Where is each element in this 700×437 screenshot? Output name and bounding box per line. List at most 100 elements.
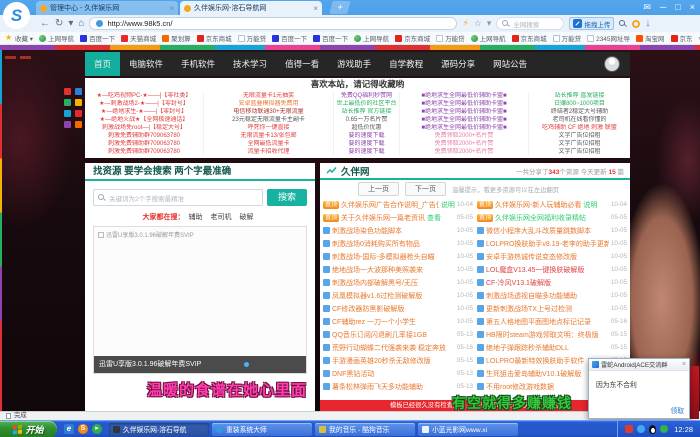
article-link-suffix[interactable]: 查看 — [427, 213, 441, 223]
promo-link[interactable]: 安卓蓝叠模拟器免费用 — [204, 100, 333, 108]
promo-link[interactable]: 终结者2稳定大号辅助 — [529, 108, 630, 116]
promo-link[interactable]: 23元稳定无限流量卡主副卡 — [204, 116, 333, 124]
task-button[interactable]: 我的音乐 - 酷狗音乐 — [315, 423, 415, 436]
promo-link[interactable]: 日赚800~1000项目 — [529, 100, 630, 108]
article-title[interactable]: 久伴娱乐网广告合作说明_广告位价格 — [341, 200, 439, 210]
article-row[interactable]: DNF黑钻活动 05-13 — [323, 367, 473, 380]
article-title[interactable]: 不用root修改游戏数据 — [486, 382, 554, 392]
article-row[interactable]: LOL魔盒V13.45一键换肤破解版 10-05 — [477, 263, 627, 276]
promo-link[interactable]: ★—刺激战场2-★——|【零封号】 — [85, 100, 203, 108]
hot-word[interactable]: 老司机 — [211, 214, 232, 221]
article-title[interactable]: 绝地子弹跟踪秒杀辅助DLL — [486, 343, 569, 353]
promo-link[interactable]: 文字广告位招租 — [529, 132, 630, 140]
address-bar[interactable]: http://www.98k5.cn/ — [89, 17, 457, 30]
bookmark-item[interactable]: 上网导航 — [354, 33, 389, 43]
article-row[interactable]: 更新刺激战场TX上号过检测 10-05 — [477, 302, 627, 315]
carousel-caption[interactable]: 迅雷U享版3.0.1.96破解年费SVIP — [94, 356, 306, 373]
nav-item[interactable]: 值得一看 — [276, 52, 328, 76]
omni-search-box[interactable]: 全网搜索 — [496, 17, 564, 30]
nav-item[interactable]: 游戏助手 — [328, 52, 380, 76]
promo-link[interactable]: 要的速度下载 — [334, 148, 399, 156]
article-row[interactable]: 凤凰模拟器v1.6过检测破解版 10-05 — [323, 289, 473, 302]
bookmark-item[interactable]: 万能贷 — [553, 33, 582, 43]
article-title[interactable]: 久伴娱乐网全网福利收录精帖 — [495, 213, 586, 223]
article-title[interactable]: 微信小程序大乱斗改质量跳数脚本 — [486, 226, 591, 236]
task-button[interactable]: 久伴娱乐网-溶石导航 — [109, 423, 209, 436]
minimize-button[interactable]: ─ — [660, 2, 666, 12]
promo-link[interactable]: 刺激免费辅助群709063780 — [85, 148, 203, 156]
article-row[interactable]: 刺激战场内部破解黑号/无压 10-05 — [323, 276, 473, 289]
article-title[interactable]: 第五人格地图平面图地点标记记录 — [486, 317, 591, 327]
article-row[interactable]: 置顶 关于久伴娱乐网一篇老资讯 查看 05-05 — [323, 211, 473, 224]
article-row[interactable]: 安卓手游热诚传说变态修改版 10-05 — [477, 250, 627, 263]
article-title[interactable]: 绝地战场一大波那种美照袭来 — [332, 265, 423, 275]
article-link-suffix[interactable]: 说明 — [441, 200, 455, 210]
article-row[interactable]: 置顶 久伴娱乐网-新人玩辅助必看 说明 10-04 — [477, 198, 627, 211]
refresh-icon[interactable]: ↻ — [55, 19, 63, 29]
user-avatar[interactable] — [604, 56, 620, 72]
promo-link[interactable]: ■绝地求生全网最低价辅助卡盟■ — [400, 92, 528, 100]
promo-link[interactable]: 全网最低流量卡 — [204, 140, 333, 148]
promo-link[interactable]: 站长推荐 官方链接 — [334, 108, 399, 116]
promo-link[interactable]: ★—吃鸡视频PC-★——|【零社类】 — [85, 92, 203, 100]
article-row[interactable]: HB限时steam游戏领取文明：终极版 05-15 — [477, 328, 627, 341]
article-row[interactable]: 置顶 久伴娱乐网全网福利收录精帖 05-05 — [477, 211, 627, 224]
feedback-icon[interactable]: ✉ — [643, 2, 651, 13]
drag-upload-badge[interactable]: 拖拽上传 — [569, 17, 614, 30]
bookmark-item[interactable]: 收藏 ▾ — [5, 33, 33, 43]
bookmark-item[interactable]: 淘宝网 — [636, 33, 665, 43]
bookmark-item[interactable]: 上网导航 — [39, 33, 74, 43]
nav-item[interactable]: 网站公告 — [484, 52, 536, 76]
nav-item[interactable]: 源码分享 — [432, 52, 484, 76]
bookmark-item[interactable]: 京东商城 — [512, 33, 547, 43]
article-row[interactable]: 荒野行动蝴蝶二代强袭来袭 稳定奔放 05-16 — [323, 341, 473, 354]
bookmark-item[interactable]: 京东商城 — [197, 33, 232, 43]
toolbar-caret-icon[interactable]: ▾ — [487, 18, 492, 29]
promo-link[interactable]: 要的速度下载 — [334, 132, 399, 140]
bookmark-item[interactable]: 京东商城 — [395, 33, 430, 43]
account-ring-icon[interactable] — [632, 20, 640, 28]
promo-link[interactable]: ■绝地求生全网最低价辅助卡盟■ — [400, 124, 528, 132]
promo-link[interactable]: 免费领取2000+名片赞 — [400, 140, 528, 148]
bookmark-item[interactable]: 2345网址导 — [587, 33, 630, 43]
article-row[interactable]: 绝地子弹跟踪秒杀辅助DLL 05-15 — [477, 341, 627, 354]
ie-icon[interactable]: e — [64, 424, 74, 434]
carousel-dot[interactable] — [244, 362, 249, 367]
promo-link[interactable]: 无限流量卡1元抽奖 — [204, 92, 333, 100]
bookmark-item[interactable]: 万能贷 — [436, 33, 465, 43]
article-row[interactable]: QQ音乐订阅闪退刷几率接1GB 05-13 — [323, 328, 473, 341]
nav-item[interactable]: 首页 — [85, 52, 120, 76]
article-link-suffix[interactable]: 说明 — [583, 200, 597, 210]
promo-link[interactable]: 流量卡招收代理 — [204, 148, 333, 156]
article-title[interactable]: 刺激战场透视自瞄多功能辅助 — [486, 291, 577, 301]
article-row[interactable]: 刺激战场0消耗购买所有物品 10-05 — [323, 237, 473, 250]
sogou-logo-icon[interactable]: S — [3, 2, 30, 29]
hot-word[interactable]: 破解 — [240, 214, 254, 221]
hot-word[interactable]: 辅助 — [189, 214, 203, 221]
article-row[interactable]: CF修改器防黑影破解版 10-05 — [323, 302, 473, 315]
prev-page-button[interactable]: 上一页 — [358, 182, 399, 196]
article-row[interactable]: 刺激战场染色功能脚本 10-05 — [323, 224, 473, 237]
magnifier-icon[interactable] — [619, 20, 627, 28]
site-search-input[interactable]: 关键词为2个字搜索最精准 — [93, 189, 263, 206]
browser-tab[interactable]: 管理中心 - 久伴娱乐网 × — [36, 1, 178, 15]
tray-security-icon[interactable] — [660, 425, 668, 433]
promo-link[interactable]: ★—绝地火战★【全网极速通话】 — [85, 116, 203, 124]
article-title[interactable]: CF辅助rez 一刀一个小学生 — [332, 317, 416, 327]
promo-link[interactable]: 刺激免费辅助群709063780 — [85, 132, 203, 140]
article-row[interactable]: 绝地战场一大波那种美照袭来 10-05 — [323, 263, 473, 276]
article-title[interactable]: LOL魔盒V13.45一键换肤破解版 — [486, 265, 584, 275]
article-row[interactable]: 刺激战场透视自瞄多功能辅助 10-05 — [477, 289, 627, 302]
article-row[interactable]: LOLPRO换肤助手v8.19-老李的助手更新了 10-05 — [477, 237, 627, 250]
article-title[interactable]: 更新刺激战场TX上号过检测 — [486, 304, 572, 314]
article-title[interactable]: 关于久伴娱乐网一篇老资讯 — [341, 213, 425, 223]
article-row[interactable]: 微信小程序大乱斗改质量跳数脚本 10-05 — [477, 224, 627, 237]
article-title[interactable]: 生死狙击爱岛辅助V10.1破解版 — [486, 369, 581, 379]
tab-close-icon[interactable]: × — [169, 4, 174, 13]
promo-link[interactable]: 无限流量卡13/张包邮 — [204, 132, 333, 140]
article-row[interactable]: CF辅助rez 一刀一个小学生 10-05 — [323, 315, 473, 328]
next-page-button[interactable]: 下一页 — [405, 182, 446, 196]
article-title[interactable]: 薯条松林弹雨飞天多功能辅助 — [332, 382, 423, 392]
task-button[interactable]: 重装系统大师 — [212, 423, 312, 436]
promo-link[interactable]: 刺激战场免root—|【稳定大号】 — [85, 124, 203, 132]
